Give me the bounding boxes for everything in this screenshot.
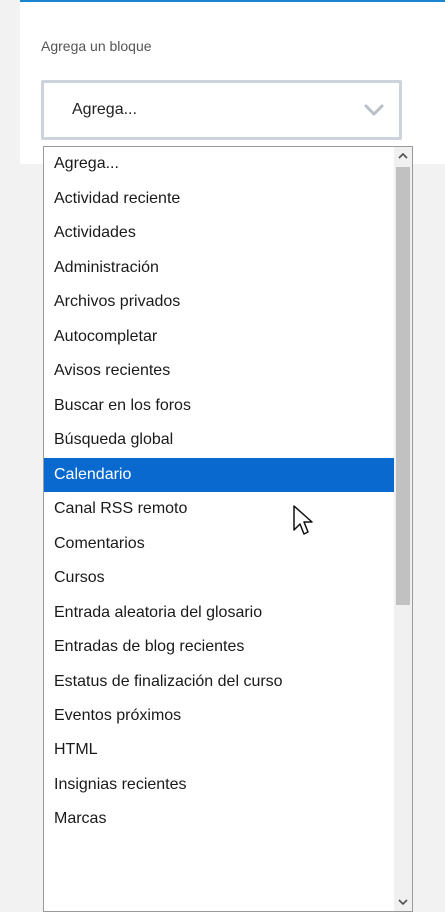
option-item[interactable]: Entradas de blog recientes (44, 630, 394, 664)
select-current-value: Agrega... (72, 101, 137, 118)
option-item[interactable]: Actividades (44, 216, 394, 250)
scroll-down-arrow-icon[interactable] (394, 893, 412, 911)
scrollbar-thumb[interactable] (396, 167, 410, 605)
option-item[interactable]: Buscar en los foros (44, 389, 394, 423)
option-item[interactable]: HTML (44, 733, 394, 767)
option-item[interactable]: Agrega... (44, 147, 394, 181)
block-options-list[interactable]: Agrega... Actividad reciente Actividades Ad… (43, 146, 413, 912)
mouse-pointer-icon (292, 504, 314, 538)
option-item[interactable]: Entrada aleatoria del glosario (44, 596, 394, 630)
option-item[interactable]: Insignias recientes (44, 768, 394, 802)
scrollbar[interactable] (394, 147, 412, 911)
page: Agrega un bloque Agrega... Agrega... Acti… (0, 0, 445, 912)
option-item[interactable]: Eventos próximos (44, 699, 394, 733)
option-item[interactable]: Actividad reciente (44, 182, 394, 216)
option-item[interactable]: Administración (44, 251, 394, 285)
option-item[interactable]: Búsqueda global (44, 423, 394, 457)
option-item[interactable]: Calendario (44, 458, 394, 492)
option-item[interactable]: Canal RSS remoto (44, 492, 394, 526)
option-item[interactable]: Comentarios (44, 527, 394, 561)
option-item[interactable]: Estatus de finalización del curso (44, 665, 394, 699)
add-block-panel: Agrega un bloque Agrega... (20, 0, 445, 164)
scroll-up-arrow-icon[interactable] (394, 147, 412, 165)
option-item[interactable]: Cursos (44, 561, 394, 595)
add-block-select[interactable]: Agrega... (41, 80, 402, 140)
option-item[interactable]: Archivos privados (44, 285, 394, 319)
chevron-down-icon (363, 99, 385, 121)
option-item[interactable]: Avisos recientes (44, 354, 394, 388)
option-item[interactable]: Autocompletar (44, 320, 394, 354)
add-block-label: Agrega un bloque (41, 38, 152, 54)
option-item[interactable]: Marcas (44, 802, 394, 836)
